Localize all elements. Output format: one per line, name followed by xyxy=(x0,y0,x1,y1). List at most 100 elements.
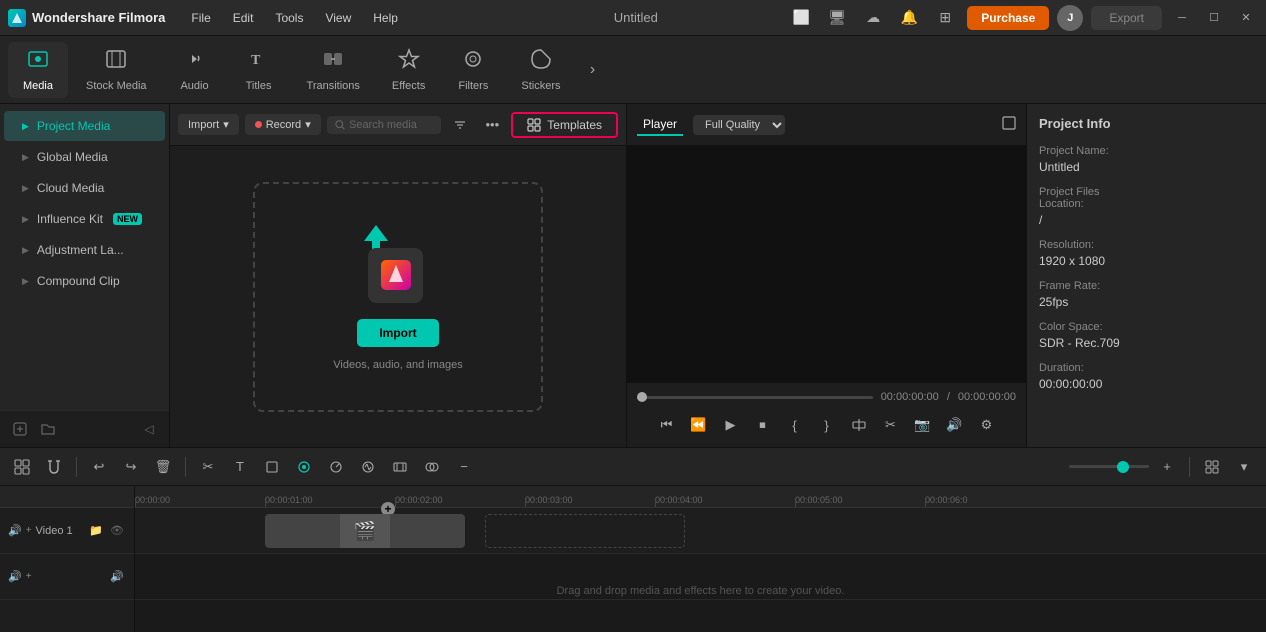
track-add-icon[interactable]: + xyxy=(26,525,32,536)
add-media-icon[interactable] xyxy=(8,417,32,441)
info-row-resolution: Resolution: 1920 x 1080 xyxy=(1039,239,1254,268)
more-options-icon[interactable]: ••• xyxy=(479,112,505,138)
video-clip[interactable]: 🎬 xyxy=(265,514,465,548)
cloud-upload-icon[interactable]: ☁ xyxy=(859,4,887,32)
filter-icon[interactable] xyxy=(447,112,473,138)
toolbar-audio[interactable]: Audio xyxy=(165,42,225,98)
crop-icon[interactable] xyxy=(258,453,286,481)
sidebar-item-project-media[interactable]: ▶ Project Media xyxy=(4,111,165,141)
undo-icon[interactable]: ↩ xyxy=(85,453,113,481)
purchase-button[interactable]: Purchase xyxy=(967,6,1049,30)
search-box xyxy=(327,116,442,134)
ruler-spacer xyxy=(0,486,134,508)
settings-icon[interactable]: ⚙ xyxy=(973,411,1001,439)
toolbar-filters[interactable]: Filters xyxy=(443,42,503,98)
speed-icon[interactable] xyxy=(322,453,350,481)
timeline-ruler[interactable]: 00:00:00 00:00:01:00 00:00:02:00 00:00:0… xyxy=(135,486,1266,508)
mark-out-icon[interactable]: } xyxy=(813,411,841,439)
player-tab[interactable]: Player xyxy=(637,114,683,136)
delete-icon[interactable]: 🗑 xyxy=(149,453,177,481)
info-row-location: Project FilesLocation: / xyxy=(1039,186,1254,227)
track-audio-settings-icon[interactable]: 🔊 xyxy=(108,568,126,586)
progress-track[interactable] xyxy=(637,396,873,399)
snapshot-icon[interactable]: 📷 xyxy=(909,411,937,439)
skip-back-icon[interactable]: ⏮ xyxy=(653,411,681,439)
toolbar-more-button[interactable]: › xyxy=(578,56,606,84)
collapse-sidebar-icon[interactable]: ◁ xyxy=(137,417,161,441)
color-grade-icon[interactable] xyxy=(418,453,446,481)
expand-arrow: ▶ xyxy=(22,245,29,256)
avatar[interactable]: J xyxy=(1057,5,1083,31)
import-button[interactable]: Import ▾ xyxy=(178,114,239,135)
empty-clip-area xyxy=(485,514,685,548)
toolbar-titles[interactable]: T Titles xyxy=(229,42,289,98)
sidebar-item-compound-clip[interactable]: ▶ Compound Clip xyxy=(4,266,165,296)
minimize-button[interactable]: ─ xyxy=(1170,6,1194,30)
play-button[interactable]: ▶ xyxy=(717,411,745,439)
track-audio-icon[interactable]: 🔊 xyxy=(8,570,22,583)
grid-view-icon[interactable] xyxy=(1198,453,1226,481)
scene-detect-icon[interactable] xyxy=(8,453,36,481)
toolbar-stock-media[interactable]: Stock Media xyxy=(72,42,161,98)
stop-button[interactable]: ⏹ xyxy=(749,411,777,439)
menu-file[interactable]: File xyxy=(181,7,220,29)
zoom-track[interactable] xyxy=(1069,465,1149,468)
add-to-timeline-icon[interactable] xyxy=(845,411,873,439)
record-label: Record xyxy=(266,119,301,131)
audio-waveform-icon[interactable] xyxy=(354,453,382,481)
maximize-button[interactable]: ☐ xyxy=(1202,6,1226,30)
search-input[interactable] xyxy=(349,119,433,131)
time-divider: / xyxy=(947,391,950,403)
grid-icon[interactable]: ⊞ xyxy=(931,4,959,32)
sidebar-item-adjustment-layers[interactable]: ▶ Adjustment La... xyxy=(4,235,165,265)
import-area: Import Videos, audio, and images xyxy=(170,146,626,447)
video-effects-icon[interactable] xyxy=(386,453,414,481)
more-options-icon[interactable]: ▾ xyxy=(1230,453,1258,481)
import-drop-zone[interactable]: Import Videos, audio, and images xyxy=(253,182,543,412)
redo-icon[interactable]: ↪ xyxy=(117,453,145,481)
track-eye-icon[interactable]: 👁 xyxy=(108,522,126,540)
templates-button[interactable]: Templates xyxy=(511,112,618,138)
media-icon xyxy=(27,48,49,76)
zoom-thumb[interactable] xyxy=(1117,461,1129,473)
track-volume-icon[interactable]: 🔊 xyxy=(8,524,22,537)
fullscreen-icon[interactable] xyxy=(1002,116,1016,133)
screen-icon[interactable]: ⬜ xyxy=(787,4,815,32)
import-zone-button[interactable]: Import xyxy=(357,319,438,347)
menu-view[interactable]: View xyxy=(315,7,361,29)
export-button[interactable]: Export xyxy=(1091,6,1162,30)
frame-back-icon[interactable]: ⏪ xyxy=(685,411,713,439)
toolbar-stickers[interactable]: Stickers xyxy=(507,42,574,98)
cut-icon[interactable]: ✂ xyxy=(194,453,222,481)
menu-tools[interactable]: Tools xyxy=(265,7,313,29)
sidebar-item-global-media[interactable]: ▶ Global Media xyxy=(4,142,165,172)
ruler-tick-5 xyxy=(795,501,796,507)
bell-icon[interactable]: 🔔 xyxy=(895,4,923,32)
menu-help[interactable]: Help xyxy=(363,7,408,29)
track-folder-icon[interactable]: 📁 xyxy=(87,522,105,540)
record-button[interactable]: Record ▾ xyxy=(245,114,321,135)
toolbar-transitions[interactable]: Transitions xyxy=(293,42,374,98)
project-info-panel: Project Info Project Name: Untitled Proj… xyxy=(1026,104,1266,447)
track-add-audio-icon[interactable]: + xyxy=(26,571,32,582)
close-button[interactable]: ✕ xyxy=(1234,6,1258,30)
progress-thumb[interactable] xyxy=(637,392,647,402)
toolbar-effects[interactable]: Effects xyxy=(378,42,439,98)
zoom-out-icon[interactable]: − xyxy=(450,453,478,481)
monitor-icon[interactable]: 🖥 xyxy=(823,4,851,32)
audio-icon[interactable]: 🔊 xyxy=(941,411,969,439)
info-value-location: / xyxy=(1039,213,1254,227)
quality-select[interactable]: Full Quality xyxy=(693,115,785,135)
scissors-icon[interactable]: ✂ xyxy=(877,411,905,439)
zoom-in-icon[interactable]: + xyxy=(1153,453,1181,481)
toolbar-media[interactable]: Media xyxy=(8,42,68,98)
ruler-mark-5: 00:00:05:00 xyxy=(795,495,843,505)
text-icon[interactable]: T xyxy=(226,453,254,481)
ripple-icon[interactable] xyxy=(290,453,318,481)
menu-edit[interactable]: Edit xyxy=(223,7,264,29)
mark-in-icon[interactable]: { xyxy=(781,411,809,439)
magnet-icon[interactable] xyxy=(40,453,68,481)
sidebar-item-cloud-media[interactable]: ▶ Cloud Media xyxy=(4,173,165,203)
new-folder-icon[interactable] xyxy=(36,417,60,441)
sidebar-item-influence-kit[interactable]: ▶ Influence Kit NEW xyxy=(4,204,165,234)
